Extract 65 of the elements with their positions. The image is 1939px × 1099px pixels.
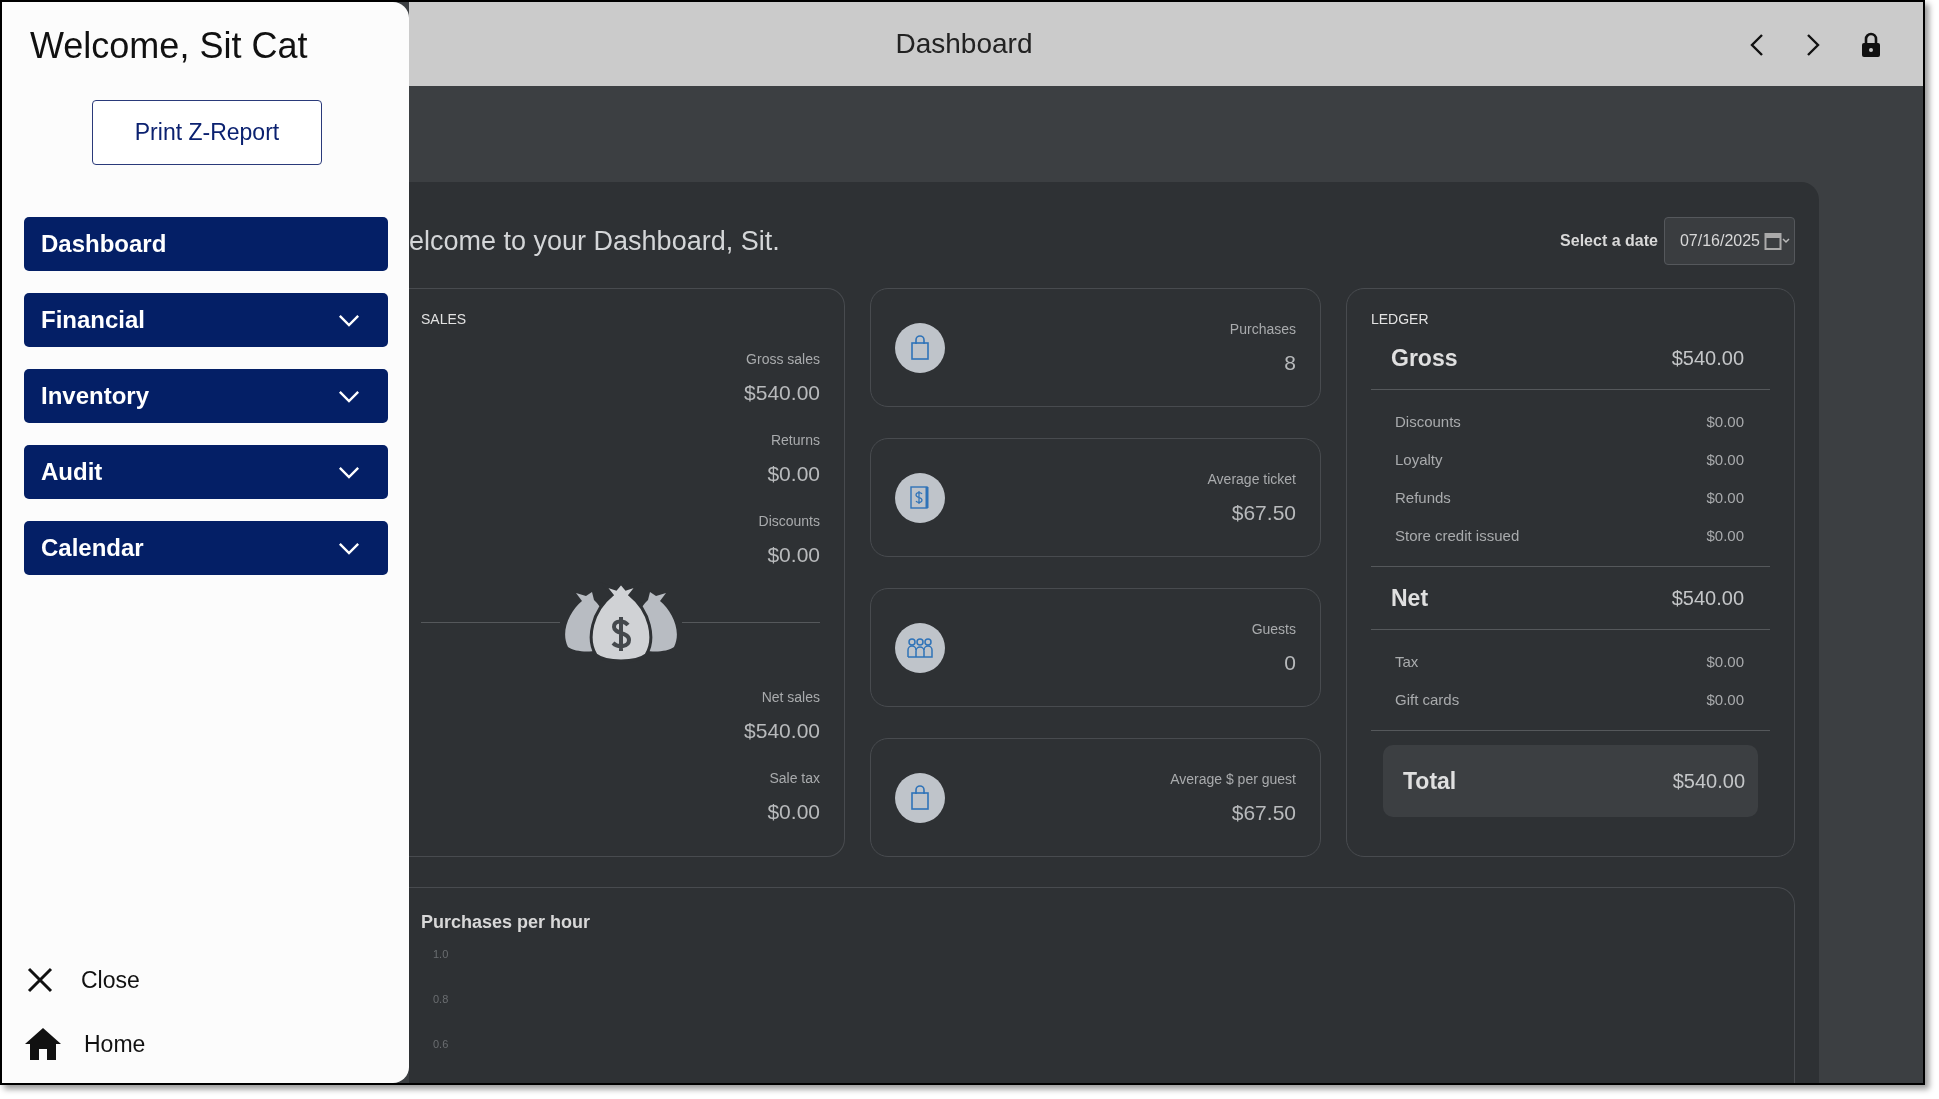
sidebar-link[interactable]: Home: [84, 1030, 146, 1058]
ledger-value: $0.00: [1706, 690, 1744, 708]
nav-item[interactable]: Inventory: [24, 369, 388, 423]
sidebar-link[interactable]: Close: [81, 966, 140, 994]
ledger-value: $540.00: [1672, 769, 1745, 793]
ledger-label: Total: [1403, 767, 1457, 795]
back-icon[interactable]: [1749, 33, 1765, 57]
ledger-label: Refunds: [1395, 488, 1451, 506]
receipt-icon: [909, 484, 931, 511]
ledger-label: Gross: [1391, 344, 1458, 372]
ledger-value: $0.00: [1706, 488, 1744, 506]
ledger-value: $0.00: [1706, 412, 1744, 430]
metric-label: Returns: [769, 432, 820, 448]
axis-tick-label: 1.0: [433, 947, 450, 961]
card-title: LEDGER: [1371, 311, 1430, 327]
ledger-label: Discounts: [1395, 412, 1461, 430]
shopping-bag-icon: [910, 334, 930, 361]
axis-tick-label: 0.6: [433, 1037, 450, 1051]
ledger-value: $540.00: [1671, 346, 1744, 370]
ledger-label: Loyalty: [1395, 450, 1443, 468]
stat-value: 0: [1283, 650, 1296, 675]
stat-label: Average ticket: [1207, 470, 1296, 487]
close-icon[interactable]: [26, 966, 54, 994]
ledger-value: $0.00: [1706, 652, 1744, 670]
welcome-heading: elcome to your Dashboard, Sit.: [409, 225, 780, 257]
metric-value: $0.00: [767, 800, 820, 824]
stat-value: $67.50: [1230, 500, 1296, 525]
shopping-bag-icon: [910, 784, 930, 811]
stat-label: Purchases: [1229, 320, 1296, 337]
metric-label: Gross sales: [745, 351, 820, 367]
ledger-label: Store credit issued: [1395, 526, 1520, 544]
metric-label: Net sales: [760, 689, 820, 705]
lock-icon[interactable]: [1861, 32, 1881, 58]
metric-value: $0.00: [766, 543, 820, 567]
sidebar-greeting: Welcome, Sit Cat: [30, 24, 309, 68]
nav-item[interactable]: Dashboard: [24, 217, 388, 271]
page-title: Dashboard: [895, 28, 1033, 60]
axis-tick-label: 0.8: [433, 992, 450, 1006]
ledger-value: $0.00: [1706, 450, 1744, 468]
chart-title: Purchases per hour: [421, 912, 592, 933]
stat-value: $67.50: [1230, 800, 1296, 825]
forward-icon[interactable]: [1805, 33, 1821, 57]
people-icon: [906, 636, 934, 659]
metric-label: Sale tax: [768, 770, 820, 786]
ledger-value: $540.00: [1671, 586, 1744, 610]
ledger-value: $0.00: [1706, 526, 1744, 544]
stat-label: Guests: [1251, 620, 1296, 637]
home-icon[interactable]: [24, 1027, 62, 1061]
metric-label: Discounts: [758, 513, 820, 529]
metric-value: $540.00: [744, 381, 820, 405]
ledger-label: Tax: [1395, 652, 1419, 670]
metric-value: $0.00: [767, 462, 820, 486]
ledger-label: Net: [1391, 584, 1429, 612]
calendar-icon: [1764, 231, 1790, 251]
date-field[interactable]: 07/16/2025: [1663, 217, 1795, 265]
print-report-button[interactable]: Print Z-Report: [92, 100, 322, 165]
metric-value: $540.00: [744, 719, 820, 743]
stat-label: Average $ per guest: [1170, 770, 1296, 787]
nav-item[interactable]: Financial: [24, 293, 388, 347]
ledger-label: Gift cards: [1395, 690, 1460, 708]
card-title: SALES: [421, 311, 468, 327]
date-label: Select a date: [1560, 232, 1658, 250]
nav-item[interactable]: Audit: [24, 445, 388, 499]
nav-item[interactable]: Calendar: [24, 521, 388, 575]
stat-value: 8: [1283, 350, 1296, 375]
